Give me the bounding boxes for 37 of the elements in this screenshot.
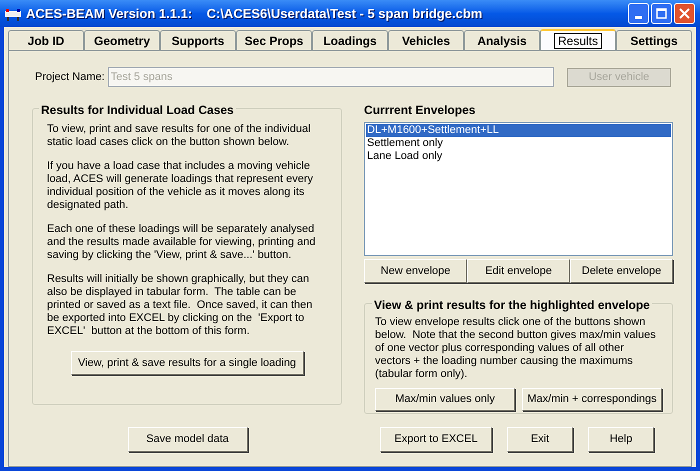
tab[interactable]: Geometry (84, 30, 160, 50)
tab[interactable]: Vehicles (388, 30, 464, 50)
tab[interactable]: Job ID (8, 30, 84, 50)
maximize-button[interactable] (651, 3, 672, 24)
envelope-results-button[interactable]: Max/min + correspondings (522, 388, 662, 411)
footer-button[interactable]: Help (588, 427, 654, 452)
tab[interactable]: Analysis (464, 30, 540, 50)
help-paragraph: To view envelope results click one of the buttons shown below. Note that the second button gives max/min values of one vector plus corresponding values of all other vectors + the loading number causing the maximums (tabular form only). (375, 316, 657, 381)
close-icon (679, 8, 690, 19)
tab[interactable]: Results (540, 29, 616, 50)
help-paragraph: To view, print and save results for one of the individual static load cases click on the button shown below. (47, 123, 312, 149)
tab[interactable]: Loadings (312, 30, 388, 50)
footer-button[interactable]: Save model data (128, 427, 248, 452)
envelope-item[interactable]: DL+M1600+Settlement+LL (366, 124, 671, 137)
envelope-item[interactable]: Lane Load only (366, 150, 671, 163)
window-title: ACES-BEAM Version 1.1.1: C:\ACES6\Userdata\Test - 5 span bridge.cbm (26, 4, 482, 23)
tab[interactable]: Settings (616, 30, 692, 50)
view-single-loading-button[interactable]: View, print & save results for a single loading (70, 351, 304, 375)
footer-button[interactable]: Export to EXCEL (380, 427, 492, 452)
envelopes-heading: Currrent Envelopes (364, 102, 476, 119)
close-button[interactable] (674, 3, 695, 24)
envelope-button[interactable]: New envelope (364, 259, 468, 283)
envelope-button[interactable]: Edit envelope (467, 259, 570, 283)
envelope-item[interactable]: Settlement only (366, 137, 671, 150)
project-name-label: Project Name: (35, 70, 105, 85)
help-paragraph: Results will initially be shown graphically, but they can also be displayed in tabular form. The table can be printed or saved as a text file. Once saved, it can then be exported into EXCEL by clicking on the 'Export to EXCEL' button at the bottom of this form. (47, 273, 314, 338)
footer-button[interactable]: Exit (507, 427, 573, 452)
maximize-icon (656, 8, 667, 19)
minimize-button[interactable] (628, 3, 649, 24)
help-paragraph: If you have a load case that includes a moving vehicle load, ACES will generate loadings that represent every individual position of the vehicle as it moves along its designated path. (47, 160, 314, 212)
envelope-button[interactable]: Delete envelope (570, 259, 673, 283)
envelope-results-button[interactable]: Max/min values only (375, 388, 516, 411)
tab[interactable]: Sec Props (236, 30, 312, 50)
app-icon (5, 6, 21, 20)
help-paragraph: Each one of these loadings will be separately analysed and the results made available for viewing, printing and saving by clicking the 'View, print & save...' button. (47, 223, 316, 262)
minimize-icon (635, 16, 642, 19)
tab[interactable]: Supports (160, 30, 236, 50)
